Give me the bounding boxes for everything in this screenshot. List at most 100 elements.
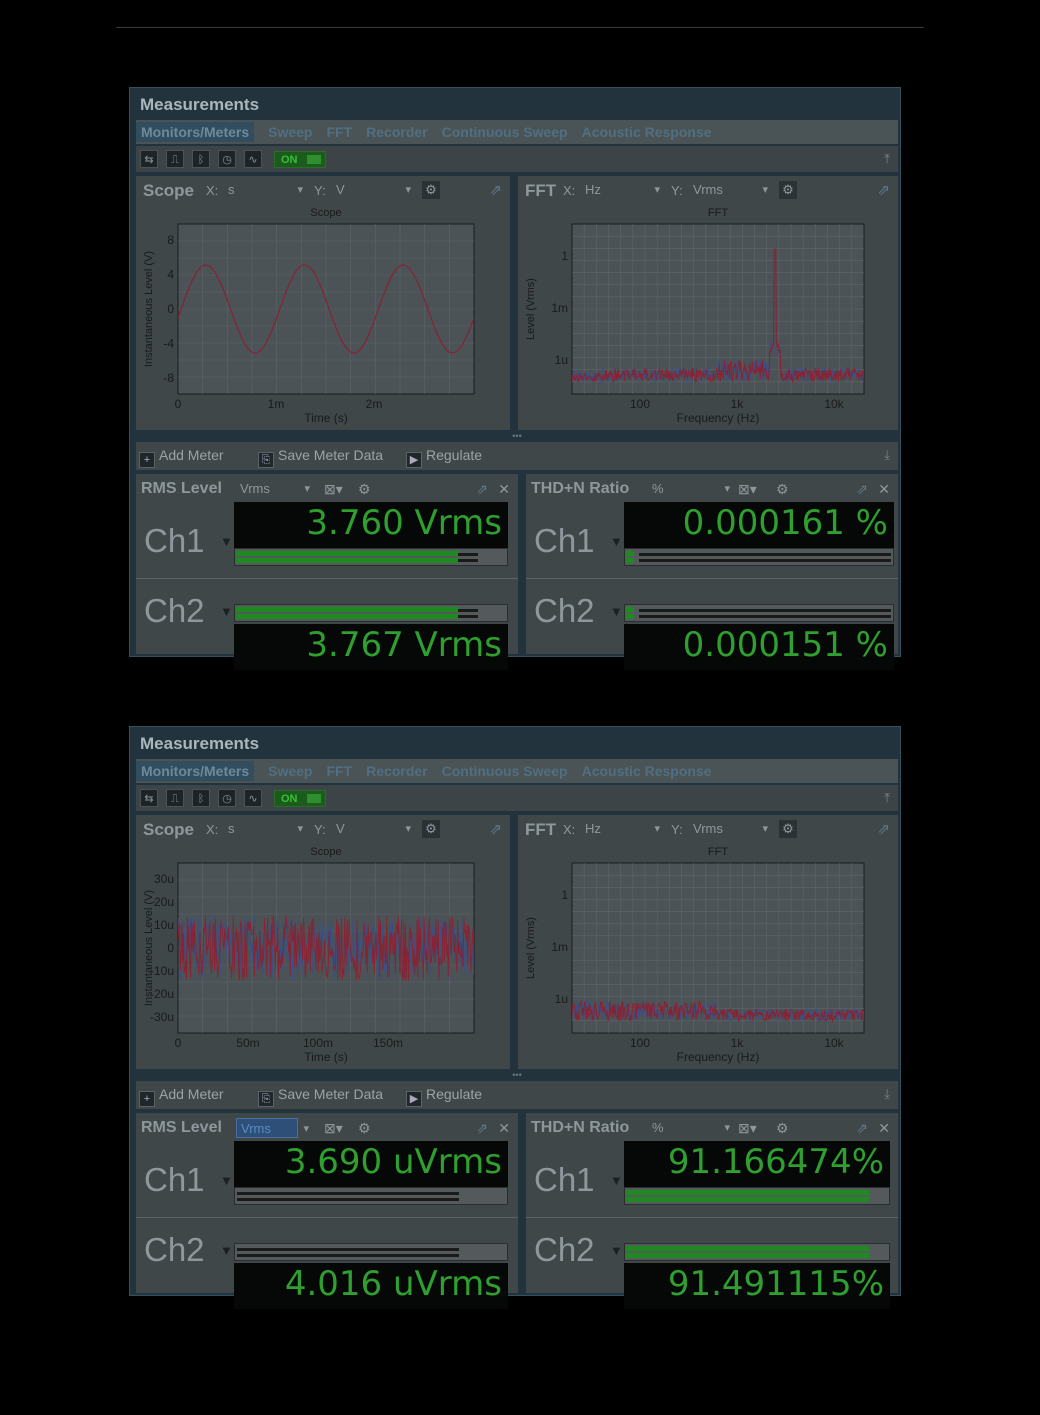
gear-icon[interactable]: ⚙ <box>358 481 371 498</box>
gear-icon[interactable]: ⚙ <box>422 820 440 838</box>
clock-icon[interactable]: ◷ <box>218 789 236 807</box>
scope-header: Scope X: s Y: V ⚙ ⇗ <box>136 176 510 204</box>
gear-icon[interactable]: ⚙ <box>358 1120 371 1137</box>
y-tick-label: 4 <box>167 268 174 282</box>
popout-icon[interactable]: ⇗ <box>877 181 890 199</box>
splitter-handle[interactable]: ••• <box>136 1071 898 1080</box>
on-toggle[interactable]: ON <box>274 790 326 807</box>
save-meter-data-button[interactable]: ⎘ Save Meter Data <box>258 447 383 468</box>
tab-continuous-sweep[interactable]: Continuous Sweep <box>442 763 568 779</box>
analyzer-icon[interactable]: ∿ <box>244 150 262 168</box>
x-tick-label: 10k <box>824 1036 844 1050</box>
close-icon[interactable]: ✕ <box>878 1120 890 1137</box>
channel-dropdown-icon[interactable]: ▼ <box>610 1173 623 1188</box>
popout-icon[interactable]: ⇗ <box>856 481 868 498</box>
close-icon[interactable]: ✕ <box>878 481 890 498</box>
y-tick-label: 1m <box>551 301 568 315</box>
scope-plot[interactable]: Scope 8 4 0 -4 -8 0 1m 2m Time (s) Instantaneous L… <box>140 204 506 426</box>
unit-select[interactable]: % <box>648 479 730 499</box>
collapse-icon[interactable]: ⤓ <box>884 1086 890 1102</box>
y-unit-select[interactable]: V <box>332 180 414 200</box>
close-icon[interactable]: ✕ <box>498 1120 510 1137</box>
save-meter-data-button[interactable]: ⎘ Save Meter Data <box>258 1086 383 1107</box>
save-icon: ⎘ <box>258 452 274 468</box>
gear-icon[interactable]: ⚙ <box>776 1120 789 1137</box>
y-unit-select[interactable]: Vrms <box>689 819 771 839</box>
collapse-icon[interactable]: ⤓ <box>884 447 890 463</box>
clock-icon[interactable]: ◷ <box>218 150 236 168</box>
chart-type-icon[interactable]: ⊠▾ <box>738 481 757 498</box>
channel-dropdown-icon[interactable]: ▼ <box>610 604 623 619</box>
x-axis-label: X: <box>563 822 576 837</box>
popout-icon[interactable]: ⇗ <box>489 181 502 199</box>
popout-icon[interactable]: ⇗ <box>476 1120 488 1137</box>
chart-type-icon[interactable]: ⊠▾ <box>738 1120 757 1137</box>
popout-icon[interactable]: ⇗ <box>489 820 502 838</box>
tab-acoustic-response[interactable]: Acoustic Response <box>582 124 712 140</box>
channel-dropdown-icon[interactable]: ▼ <box>610 1243 623 1258</box>
gear-icon[interactable]: ⚙ <box>779 181 797 199</box>
regulate-button[interactable]: ▶ Regulate <box>406 447 482 468</box>
tab-recorder[interactable]: Recorder <box>366 763 427 779</box>
tab-recorder[interactable]: Recorder <box>366 124 427 140</box>
x-unit-select[interactable]: Hz <box>581 819 663 839</box>
pin-icon[interactable]: ⤒ <box>884 790 890 806</box>
tab-sweep[interactable]: Sweep <box>268 124 312 140</box>
chart-type-icon[interactable]: ⊠▾ <box>324 481 343 498</box>
channel-dropdown-icon[interactable]: ▼ <box>220 1243 233 1258</box>
gear-icon[interactable]: ⚙ <box>779 820 797 838</box>
tab-fft[interactable]: FFT <box>326 124 352 140</box>
fft-plot[interactable]: FFT 1 1m 1u 100 1k 10k Frequency (Hz) Level (Vrm… <box>522 204 894 426</box>
regulate-icon: ▶ <box>406 452 422 468</box>
y-axis-title: Level (Vrms) <box>525 278 537 340</box>
x-unit-select[interactable]: s <box>224 180 306 200</box>
scope-plot[interactable]: Scope 30u 20u 10u 0 -10u -20u -30u 0 50m 100m 150m T… <box>140 843 506 1065</box>
channel-dropdown-icon[interactable]: ▼ <box>610 534 623 549</box>
window-title: Measurements <box>140 734 260 753</box>
popout-icon[interactable]: ⇗ <box>476 481 488 498</box>
channel-dropdown-icon[interactable]: ▼ <box>220 1173 233 1188</box>
channel-dropdown-icon[interactable]: ▼ <box>220 604 233 619</box>
unit-select[interactable]: Vrms <box>236 479 310 499</box>
gear-icon[interactable]: ⚙ <box>776 481 789 498</box>
unit-select[interactable]: Vrms <box>236 1118 309 1139</box>
waveform-icon[interactable]: ⎍ <box>166 789 184 807</box>
tab-fft[interactable]: FFT <box>326 763 352 779</box>
x-tick-label: 1m <box>268 397 285 411</box>
meter-readout: 4.016 uVrms <box>234 1263 508 1309</box>
unit-select[interactable]: % <box>648 1118 730 1138</box>
thd-meter-title: THD+N Ratio <box>531 480 630 497</box>
bluetooth-icon[interactable]: ᛒ <box>192 789 210 807</box>
close-icon[interactable]: ✕ <box>498 481 510 498</box>
gear-icon[interactable]: ⚙ <box>422 181 440 199</box>
popout-icon[interactable]: ⇗ <box>856 1120 868 1137</box>
popout-icon[interactable]: ⇗ <box>877 820 890 838</box>
fft-plot[interactable]: FFT 1 1m 1u 100 1k 10k Frequency (Hz) Level (Vrm… <box>522 843 894 1065</box>
y-unit-select[interactable]: Vrms <box>689 180 771 200</box>
tab-monitors-meters[interactable]: Monitors/Meters <box>136 122 255 142</box>
tab-monitors-meters[interactable]: Monitors/Meters <box>136 761 255 781</box>
x-unit-select[interactable]: s <box>224 819 306 839</box>
x-unit-select[interactable]: Hz <box>581 180 663 200</box>
y-unit-select[interactable]: V <box>332 819 414 839</box>
analyzer-icon[interactable]: ∿ <box>244 789 262 807</box>
chart-type-icon[interactable]: ⊠▾ <box>324 1120 343 1137</box>
splitter-handle[interactable]: ••• <box>136 432 898 441</box>
on-toggle[interactable]: ON <box>274 151 326 168</box>
level-bar <box>234 1187 508 1205</box>
top-divider <box>116 27 924 28</box>
bluetooth-icon[interactable]: ᛒ <box>192 150 210 168</box>
pin-icon[interactable]: ⤒ <box>884 151 890 167</box>
generator-icon[interactable]: ⇆ <box>140 789 158 807</box>
regulate-button[interactable]: ▶ Regulate <box>406 1086 482 1107</box>
add-meter-button[interactable]: + Add Meter <box>139 447 224 468</box>
y-tick-label: 1u <box>555 353 568 367</box>
tab-continuous-sweep[interactable]: Continuous Sweep <box>442 124 568 140</box>
add-meter-button[interactable]: + Add Meter <box>139 1086 224 1107</box>
channel-dropdown-icon[interactable]: ▼ <box>220 534 233 549</box>
plot-title: FFT <box>708 207 728 219</box>
generator-icon[interactable]: ⇆ <box>140 150 158 168</box>
tab-acoustic-response[interactable]: Acoustic Response <box>582 763 712 779</box>
tab-sweep[interactable]: Sweep <box>268 763 312 779</box>
waveform-icon[interactable]: ⎍ <box>166 150 184 168</box>
